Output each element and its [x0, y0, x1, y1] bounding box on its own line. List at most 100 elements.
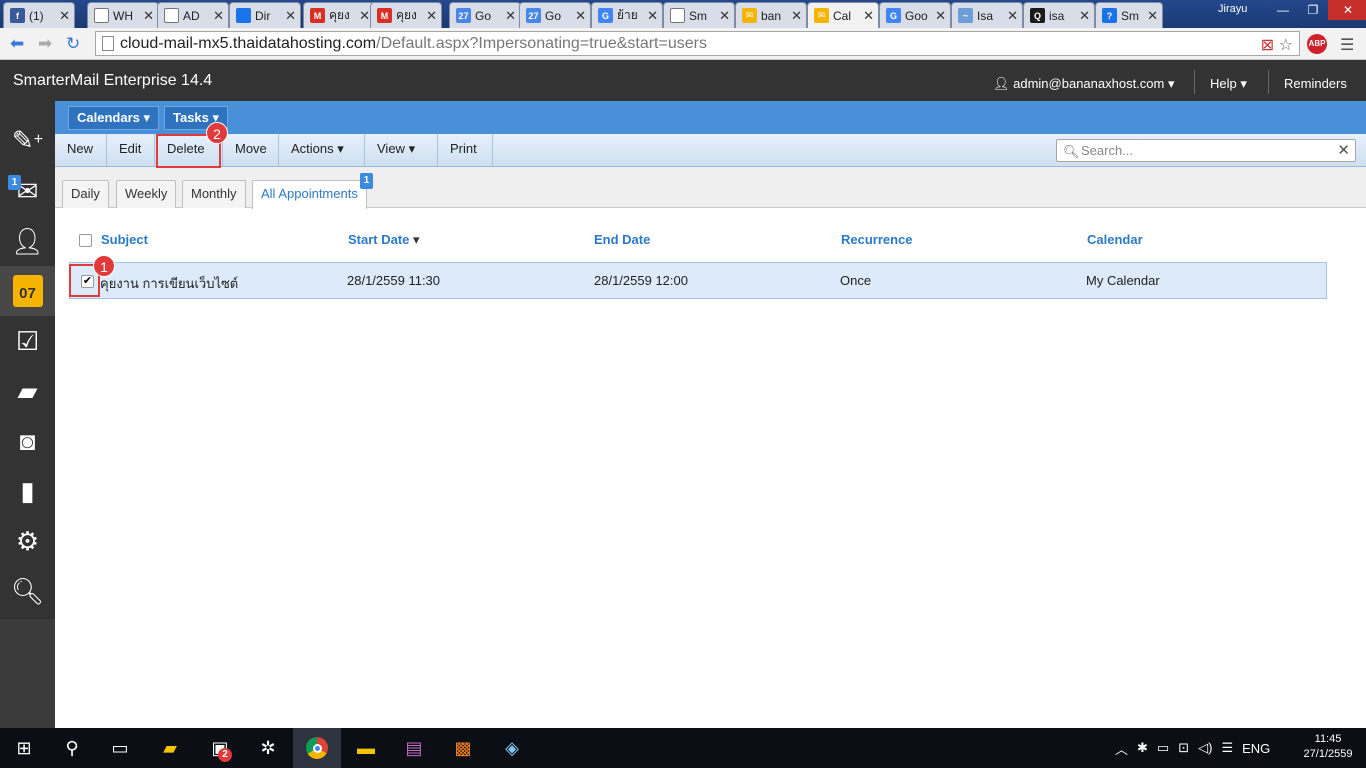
close-tab-icon[interactable]: ✕ — [505, 8, 516, 24]
close-tab-icon[interactable]: ✕ — [1079, 8, 1090, 24]
close-tab-icon[interactable]: ✕ — [143, 8, 154, 24]
clear-search-icon[interactable]: ✕ — [1337, 140, 1350, 161]
new-button[interactable]: New — [55, 134, 107, 166]
browser-tab[interactable]: 27 Go ✕ — [519, 2, 591, 28]
mail-icon[interactable]: ✉ — [0, 166, 55, 216]
action-center-icon[interactable]: ☰ — [1221, 740, 1233, 756]
column-subject[interactable]: Subject — [101, 232, 148, 247]
browser-tab[interactable]: M คุยง ✕ — [303, 2, 375, 28]
browser-tab[interactable]: f (1) ✕ — [3, 2, 75, 28]
reports-icon[interactable]: ▮ — [0, 466, 55, 516]
table-row[interactable]: ✔ คุยงาน การเขียนเว็บไซต์ 28/1/2559 11:3… — [69, 262, 1327, 299]
close-tab-icon[interactable]: ✕ — [575, 8, 586, 24]
slack-app-icon[interactable]: ✲ — [244, 728, 292, 768]
bookmark-star-icon[interactable]: ☆ — [1279, 37, 1293, 54]
browser-tab[interactable]: 27 Go ✕ — [449, 2, 521, 28]
view-dropdown[interactable]: View ▾ — [365, 134, 438, 166]
browser-tab[interactable]: ~ Isa ✕ — [951, 2, 1023, 28]
windows-start-icon[interactable]: ⊞ — [0, 728, 48, 768]
close-tab-icon[interactable]: ✕ — [59, 8, 70, 24]
help-menu[interactable]: Help ▾ — [1210, 76, 1247, 92]
clock[interactable]: 11:45 27/1/2559 — [1298, 732, 1358, 762]
close-tab-icon[interactable]: ✕ — [719, 8, 730, 24]
notes-icon[interactable]: ▰ — [0, 366, 55, 416]
close-tab-icon[interactable]: ✕ — [647, 8, 658, 24]
close-tab-icon[interactable]: ✕ — [213, 8, 224, 24]
minimize-button[interactable]: — — [1268, 0, 1298, 20]
network-icon[interactable]: ⊡ — [1178, 740, 1189, 756]
file-explorer-icon[interactable]: ▬ — [342, 728, 390, 768]
search-icon[interactable]: ⚲ — [48, 728, 96, 768]
battery-icon[interactable]: ▭ — [1157, 740, 1169, 756]
browser-tab[interactable]: M คุยง ✕ — [370, 2, 442, 28]
winrar-icon[interactable]: ▤ — [390, 728, 438, 768]
adblock-icon[interactable]: ABP — [1307, 34, 1327, 54]
blocked-popup-icon[interactable]: ⊠ — [1261, 37, 1274, 54]
browser-tab[interactable]: ✉ ban ✕ — [735, 2, 807, 28]
user-menu[interactable]: 👤︎ admin@bananaxhost.com ▾ — [993, 76, 1175, 92]
browser-tab[interactable]: G ย้าย ✕ — [591, 2, 663, 28]
browser-tab[interactable]: Qisa ✕ — [1023, 2, 1095, 28]
bluetooth-icon[interactable]: ✱ — [1137, 740, 1148, 756]
task-view-icon[interactable]: ▭ — [96, 728, 144, 768]
tab-all-appointments[interactable]: All Appointments — [252, 180, 367, 209]
browser-tab[interactable]: ✉ Cal ✕ — [807, 2, 879, 28]
close-tab-icon[interactable]: ✕ — [426, 8, 437, 24]
browser-tab[interactable]: Dir ✕ — [229, 2, 301, 28]
select-all-checkbox[interactable] — [79, 234, 92, 247]
column-start-date[interactable]: Start Date ▾ — [348, 232, 420, 248]
reload-icon[interactable]: ↻ — [66, 34, 80, 54]
notes-app-icon[interactable]: ◈ — [488, 728, 536, 768]
address-bar[interactable]: cloud-mail-mx5.thaidatahosting.com/Defau… — [95, 31, 1300, 56]
close-tab-icon[interactable]: ✕ — [359, 8, 370, 24]
close-window-button[interactable]: ✕ — [1328, 0, 1366, 20]
restore-button[interactable]: ❐ — [1298, 0, 1328, 20]
volume-icon[interactable]: ◁) — [1198, 740, 1212, 756]
tab-title: Goo — [905, 8, 928, 23]
forward-icon[interactable]: ➡ — [38, 34, 52, 54]
column-end-date[interactable]: End Date — [594, 232, 650, 247]
close-tab-icon[interactable]: ✕ — [1007, 8, 1018, 24]
browser-tab[interactable]: ? Sm ✕ — [1095, 2, 1163, 28]
close-tab-icon[interactable]: ✕ — [935, 8, 946, 24]
contacts-icon[interactable]: 👤︎ — [0, 216, 55, 266]
page-icon — [94, 8, 109, 23]
close-tab-icon[interactable]: ✕ — [1147, 8, 1158, 24]
browser-tab[interactable]: Sm ✕ — [663, 2, 735, 28]
column-recurrence[interactable]: Recurrence — [841, 232, 913, 247]
close-tab-icon[interactable]: ✕ — [285, 8, 296, 24]
reminders-link[interactable]: Reminders — [1284, 76, 1347, 91]
print-button[interactable]: Print — [438, 134, 493, 166]
search-input[interactable]: 🔍︎ Search... ✕ — [1056, 139, 1356, 162]
search-icon[interactable]: 🔍︎ — [0, 566, 55, 616]
edit-button[interactable]: Edit — [107, 134, 155, 166]
move-button[interactable]: Move — [223, 134, 279, 166]
browser-tab[interactable]: WH ✕ — [87, 2, 159, 28]
line-app-icon[interactable]: ▣ — [196, 728, 244, 768]
language-indicator[interactable]: ENG — [1242, 741, 1270, 756]
tab-monthly[interactable]: Monthly — [182, 180, 246, 208]
rss-icon[interactable]: ◙ — [0, 416, 55, 466]
app-header: SmarterMail Enterprise 14.4 👤︎ admin@ban… — [0, 60, 1366, 101]
actions-dropdown[interactable]: Actions ▾ — [279, 134, 365, 166]
close-tab-icon[interactable]: ✕ — [863, 8, 874, 24]
browser-tab[interactable]: G Goo ✕ — [879, 2, 951, 28]
chrome-menu-icon[interactable]: ☰ — [1340, 35, 1354, 55]
tab-weekly[interactable]: Weekly — [116, 180, 177, 208]
tasks-icon[interactable]: ☑ — [0, 316, 55, 366]
column-calendar[interactable]: Calendar — [1087, 232, 1143, 247]
settings-gear-icon[interactable]: ⚙ — [0, 516, 55, 566]
folder-app-icon[interactable]: ▰ — [146, 728, 194, 768]
chrome-app-icon[interactable] — [293, 728, 341, 768]
tab-daily[interactable]: Daily — [62, 180, 109, 208]
calendar-icon[interactable]: 07 — [0, 266, 55, 316]
close-tab-icon[interactable]: ✕ — [791, 8, 802, 24]
chevron-up-icon[interactable]: ︿ — [1115, 739, 1128, 758]
sublime-icon[interactable]: ▩ — [439, 728, 487, 768]
back-icon[interactable]: ⬅ — [10, 34, 24, 54]
browser-tab[interactable]: AD ✕ — [157, 2, 229, 28]
chevron-down-icon: ▾ — [408, 141, 416, 156]
compose-icon[interactable]: ✎ + — [0, 115, 55, 165]
calendars-dropdown[interactable]: Calendars ▾ — [68, 106, 160, 130]
clock-time: 11:45 — [1314, 733, 1342, 745]
